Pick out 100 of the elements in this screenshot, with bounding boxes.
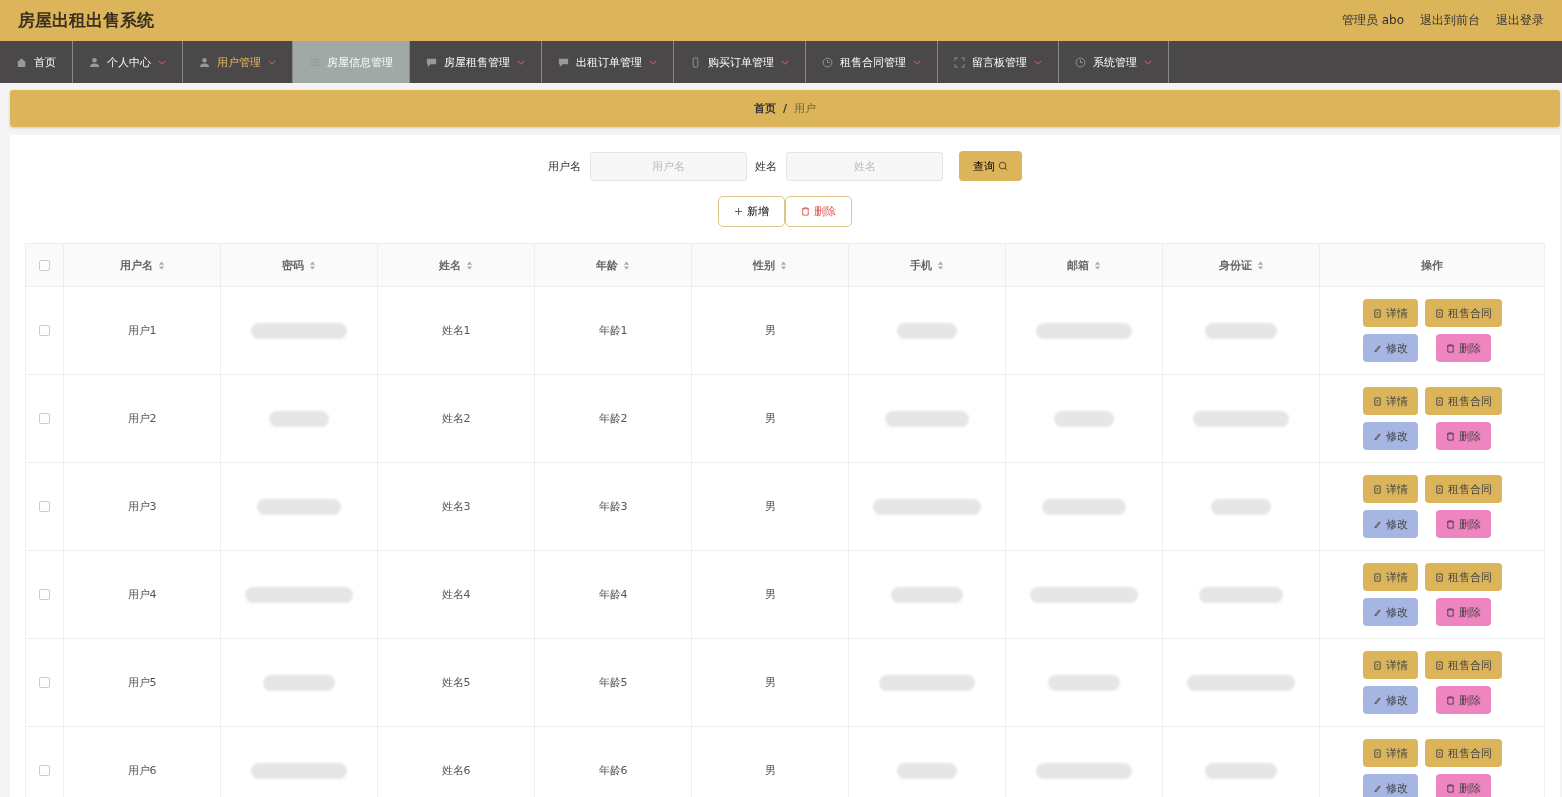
detail-button[interactable]: 详情: [1362, 651, 1418, 679]
row-checkbox[interactable]: [39, 765, 50, 776]
column-header: 操作: [1420, 257, 1444, 274]
table-cell: 姓名5: [441, 675, 471, 690]
edit-button[interactable]: 修改: [1362, 774, 1418, 797]
detail-button[interactable]: 详情: [1362, 299, 1418, 327]
table-cell: 年龄4: [598, 587, 628, 602]
nav-item[interactable]: 出租订单管理: [542, 41, 674, 83]
document-icon: [1372, 660, 1382, 670]
table-cell: 姓名2: [441, 411, 471, 426]
table-cell: 男: [764, 763, 776, 778]
column-header[interactable]: 性别: [692, 244, 849, 286]
edit-button[interactable]: 修改: [1362, 598, 1418, 626]
caret-icon: [1034, 59, 1042, 65]
nav-icon: [1075, 56, 1086, 68]
sort-icon: [309, 260, 316, 270]
column-header[interactable]: 用户名: [64, 244, 221, 286]
header-link[interactable]: 退出登录: [1496, 12, 1544, 29]
detail-button[interactable]: 租售合同: [1424, 739, 1502, 767]
field-label: 姓名: [755, 158, 777, 174]
table-cell: 年龄2: [598, 411, 628, 426]
delete-button[interactable]: 删除: [1435, 334, 1491, 362]
table-cell: 年龄3: [598, 499, 628, 514]
nav-item[interactable]: 留言板管理: [938, 41, 1059, 83]
nav-item[interactable]: 购买订单管理: [674, 41, 806, 83]
document-icon: [1434, 748, 1444, 758]
sort-icon: [1256, 260, 1264, 270]
caret-icon: [1144, 59, 1152, 65]
row-checkbox[interactable]: [39, 501, 50, 512]
sort-icon: [780, 260, 787, 270]
document-icon: [1372, 396, 1382, 406]
table-cell: 姓名6: [441, 763, 471, 778]
header-link[interactable]: 退出到前台: [1420, 12, 1480, 29]
app-title: 房屋出租出售系统: [18, 9, 154, 32]
pencil-icon: [1372, 695, 1382, 705]
detail-button[interactable]: 租售合同: [1424, 563, 1502, 591]
table-cell: 姓名1: [441, 323, 471, 338]
delete-button[interactable]: 删除: [1435, 510, 1491, 538]
nav-item[interactable]: 租售合同管理: [806, 41, 938, 83]
trash-icon: [1445, 607, 1455, 617]
search-button[interactable]: 查询: [959, 151, 1022, 181]
row-checkbox[interactable]: [39, 413, 50, 424]
table-cell: 用户6: [127, 763, 157, 778]
search-field[interactable]: 姓名: [786, 151, 943, 181]
document-icon: [1434, 484, 1444, 494]
column-header[interactable]: 年龄: [535, 244, 692, 286]
detail-button[interactable]: 租售合同: [1424, 387, 1502, 415]
table-cell: 男: [764, 323, 776, 338]
delete-button[interactable]: 删除: [1435, 774, 1491, 797]
trash-icon: [1445, 519, 1455, 529]
column-header[interactable]: 身份证: [1163, 244, 1320, 286]
add-button[interactable]: 新增: [718, 196, 785, 227]
detail-button[interactable]: 详情: [1362, 739, 1418, 767]
nav-item[interactable]: 系统管理: [1059, 41, 1169, 83]
table-cell: 用户1: [127, 323, 157, 338]
document-icon: [1372, 308, 1382, 318]
delete-button[interactable]: 删除: [1435, 598, 1491, 626]
sort-icon: [466, 260, 473, 270]
nav-item[interactable]: 房屋租售管理: [410, 41, 542, 83]
column-header[interactable]: 邮箱: [1006, 244, 1163, 286]
sort-icon: [157, 260, 165, 270]
delete-button[interactable]: 删除: [1435, 422, 1491, 450]
column-header[interactable]: 手机: [849, 244, 1006, 286]
user-label: 管理员 abo: [1341, 12, 1404, 29]
delete-button[interactable]: 删除: [1435, 686, 1491, 714]
detail-button[interactable]: 租售合同: [1424, 299, 1502, 327]
table-cell: 男: [764, 499, 776, 514]
edit-button[interactable]: 修改: [1362, 510, 1418, 538]
nav-icon: [199, 56, 210, 68]
edit-button[interactable]: 修改: [1362, 686, 1418, 714]
column-header[interactable]: 密码: [221, 244, 378, 286]
row-checkbox[interactable]: [39, 677, 50, 688]
nav-item[interactable]: 个人中心: [73, 41, 183, 83]
breadcrumb-separator: /: [783, 102, 787, 115]
nav-icon: [954, 56, 965, 68]
delete-button[interactable]: 删除: [785, 196, 852, 227]
detail-button[interactable]: 详情: [1362, 387, 1418, 415]
edit-button[interactable]: 修改: [1362, 422, 1418, 450]
detail-button[interactable]: 详情: [1362, 475, 1418, 503]
row-checkbox[interactable]: [39, 589, 50, 600]
document-icon: [1372, 748, 1382, 758]
edit-button[interactable]: 修改: [1362, 334, 1418, 362]
caret-icon: [517, 59, 525, 65]
pencil-icon: [1372, 431, 1382, 441]
table-cell: 用户3: [127, 499, 157, 514]
sort-icon: [623, 260, 630, 270]
detail-button[interactable]: 租售合同: [1424, 651, 1502, 679]
breadcrumb-link[interactable]: 首页: [754, 101, 776, 116]
nav-item[interactable]: 首页: [0, 41, 73, 83]
table-cell: 姓名3: [441, 499, 471, 514]
detail-button[interactable]: 租售合同: [1424, 475, 1502, 503]
sort-icon: [937, 260, 944, 270]
select-all-checkbox[interactable]: [39, 259, 50, 271]
detail-button[interactable]: 详情: [1362, 563, 1418, 591]
row-checkbox[interactable]: [39, 325, 50, 336]
table-cell: 男: [764, 675, 776, 690]
nav-icon: [89, 56, 100, 68]
column-header[interactable]: 姓名: [378, 244, 535, 286]
document-icon: [1372, 572, 1382, 582]
table-cell: 男: [764, 587, 776, 602]
